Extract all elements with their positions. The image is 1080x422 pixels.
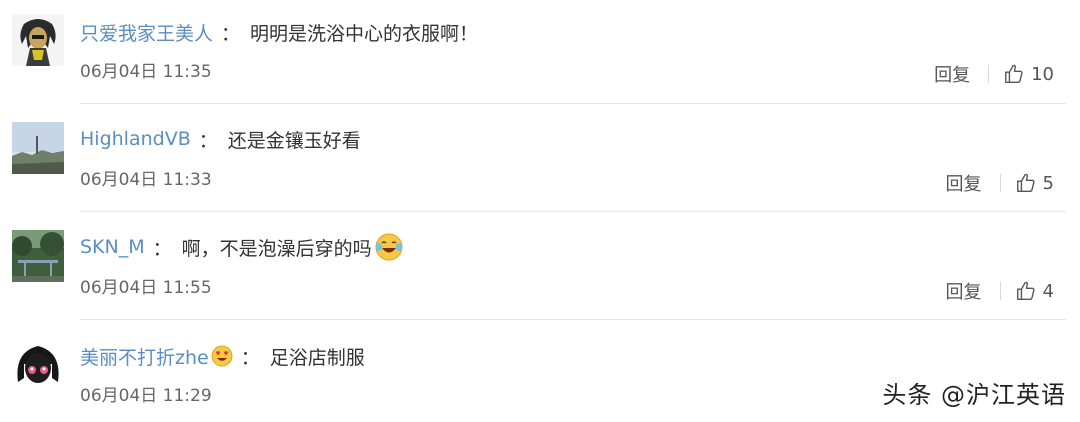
comment-timestamp: 06月04日 11:35 (80, 62, 212, 82)
action-divider (999, 282, 1001, 300)
colon-separator: ： (221, 22, 241, 45)
comment-divider (80, 103, 1066, 104)
reply-button[interactable]: 回复 (946, 278, 982, 304)
username-link[interactable]: 只爱我家王美人 (80, 19, 213, 46)
heart-eyes-emoji-icon (211, 345, 233, 367)
like-count: 4 (1042, 280, 1054, 302)
reply-button[interactable]: 回复 (946, 170, 982, 196)
laughing-tears-emoji-icon (375, 233, 403, 261)
user-avatar[interactable] (12, 122, 64, 174)
cartoon-character-icon (12, 14, 64, 66)
like-count: 5 (1042, 172, 1054, 194)
park-photo-icon (12, 230, 64, 282)
comment-timestamp: 06月04日 11:29 (80, 386, 212, 406)
comment-text: 足浴店制服 (269, 346, 365, 369)
thumbs-up-icon (1016, 173, 1035, 192)
thumbs-up-icon (1016, 281, 1035, 300)
colon-separator: ： (152, 237, 172, 260)
username-link[interactable]: 美丽不打折zhe (80, 343, 209, 370)
comment-list: 只爱我家王美人 ： 明明是洗浴中心的衣服啊！ 06月04日 11:35 回复 1… (0, 0, 1080, 422)
like-button[interactable]: 10 (1003, 63, 1054, 85)
user-avatar[interactable] (12, 338, 64, 390)
comment-timestamp: 06月04日 11:33 (80, 170, 212, 190)
username-link[interactable]: SKN_M (80, 236, 145, 258)
user-avatar[interactable] (12, 14, 64, 66)
like-button[interactable]: 5 (1015, 172, 1054, 194)
comment-divider (80, 211, 1066, 212)
username-link[interactable]: HighlandVB (80, 128, 191, 150)
landscape-photo-icon (12, 122, 64, 174)
user-avatar[interactable] (12, 230, 64, 282)
like-count: 10 (1031, 63, 1054, 85)
comment-divider (80, 319, 1066, 320)
source-watermark: 头条 @沪江英语 (882, 381, 1066, 409)
thumbs-up-icon (1005, 64, 1023, 83)
comment-text: 啊，不是泡澡后穿的吗 (181, 237, 372, 260)
like-button[interactable]: 4 (1015, 280, 1054, 302)
comment-text: 明明是洗浴中心的衣服啊！ (250, 22, 479, 45)
comment-text: 还是金镶玉好看 (227, 129, 361, 152)
colon-separator: ： (240, 346, 260, 369)
colon-separator: ： (198, 129, 218, 152)
reply-button[interactable]: 回复 (934, 61, 970, 87)
action-divider (988, 65, 990, 83)
comment-timestamp: 06月04日 11:55 (80, 278, 212, 298)
dark-hair-character-icon (12, 338, 64, 390)
action-divider (999, 174, 1001, 192)
